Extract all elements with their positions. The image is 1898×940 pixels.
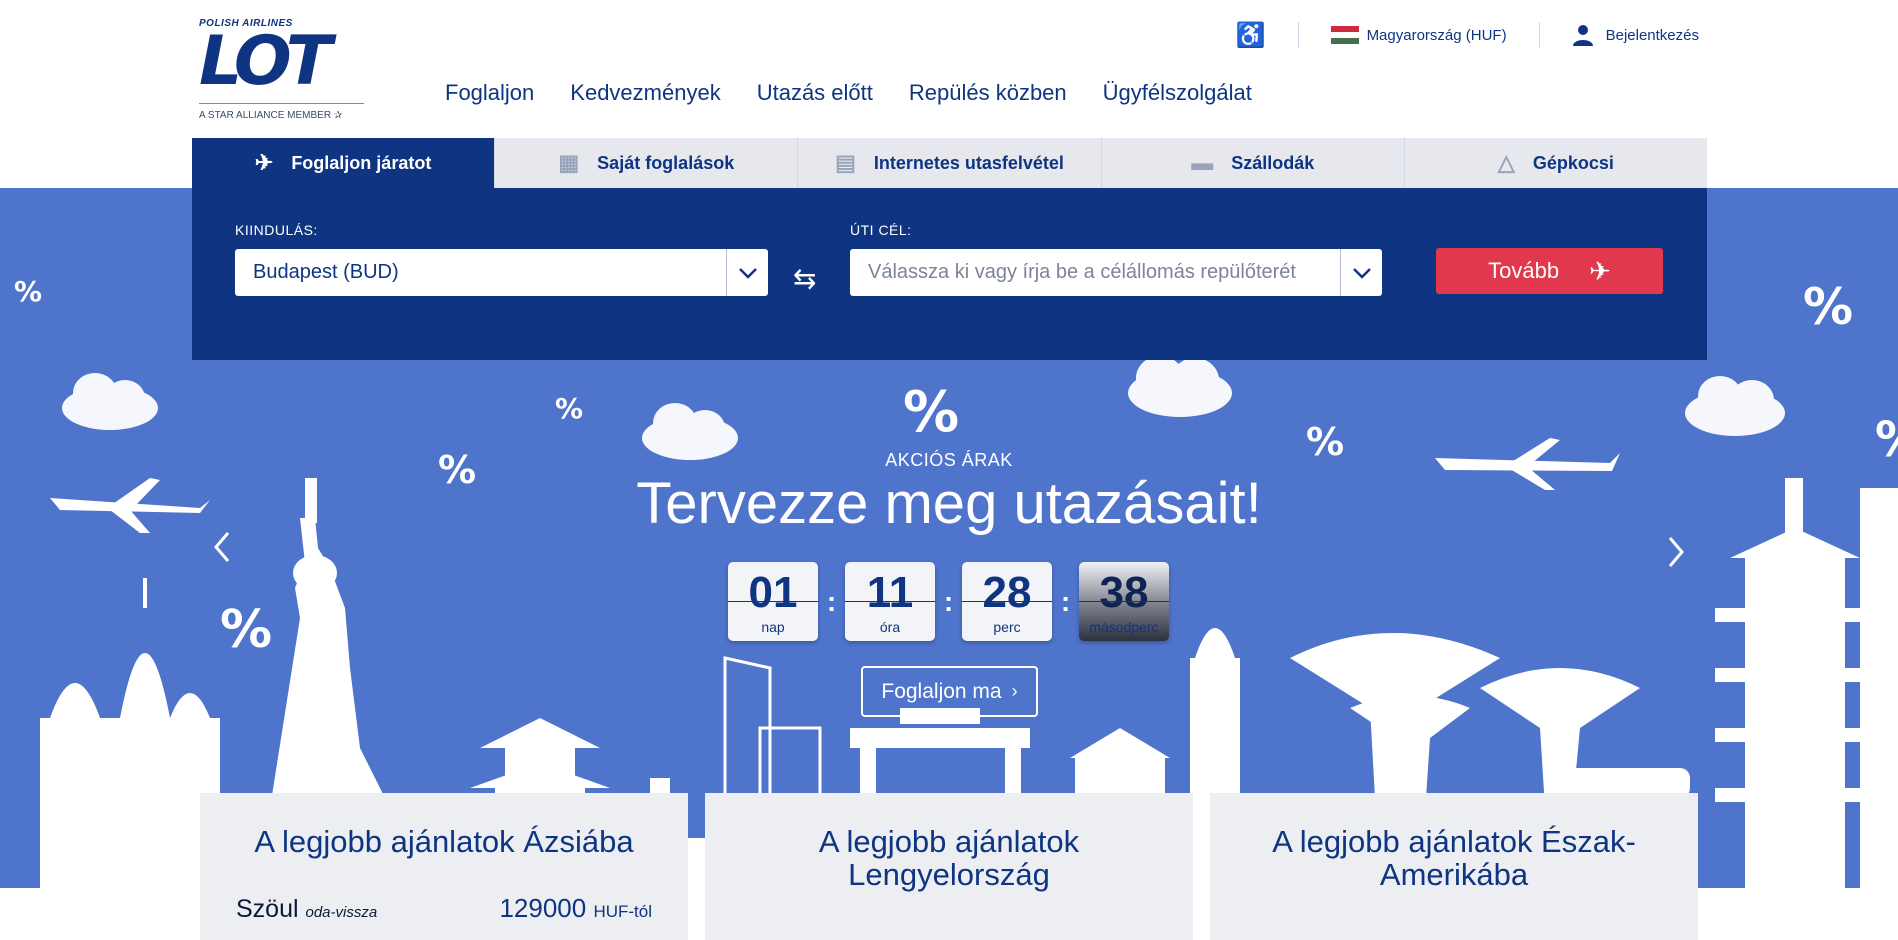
nav-item-book[interactable]: Foglaljon: [445, 80, 534, 106]
offer-card-poland[interactable]: A legjobb ajánlatok Lengyelország: [705, 793, 1193, 940]
offer-card-north-america[interactable]: A legjobb ajánlatok Észak-Amerikába: [1210, 793, 1698, 940]
tab-label: Szállodák: [1231, 152, 1315, 173]
main-nav: Foglaljon Kedvezmények Utazás előtt Repü…: [445, 80, 1252, 106]
page: POLISH AIRLINES LOT A STAR ALLIANCE MEMB…: [0, 0, 1898, 940]
plane-icon: ✈: [1589, 255, 1611, 286]
countdown-days: 01 nap: [728, 562, 818, 641]
offer-card-asia[interactable]: A legjobb ajánlatok Ázsiába Szöul oda-vi…: [200, 793, 688, 940]
book-now-button[interactable]: Foglaljon ma ›: [861, 666, 1038, 717]
country-selector[interactable]: Magyarország (HUF): [1330, 26, 1507, 44]
countdown-value: 11: [866, 568, 914, 617]
carousel-next-arrow[interactable]: [1666, 535, 1686, 578]
countdown-unit: nap: [761, 619, 785, 635]
promo-label: AKCIÓS ÁRAK: [885, 450, 1013, 470]
ticket-icon: ▦: [558, 150, 580, 175]
country-label: Magyarország (HUF): [1366, 26, 1507, 44]
countdown-seconds: 38 másodperc: [1079, 562, 1169, 641]
offer-card-title: A legjobb ajánlatok Észak-Amerikába: [1272, 824, 1636, 892]
accessibility-icon[interactable]: ♿: [1236, 21, 1266, 50]
origin-value: Budapest (BUD): [253, 261, 399, 283]
tab-label: Gépkocsi: [1532, 152, 1614, 173]
offer-card-title: A legjobb ajánlatok Lengyelország: [818, 824, 1080, 892]
logo-mark: LOT: [199, 22, 332, 101]
hungary-flag-icon: [1330, 26, 1359, 44]
destination-field[interactable]: [850, 249, 1382, 296]
offer-card-title: A legjobb ajánlatok Ázsiába: [254, 824, 634, 859]
divider: [1538, 22, 1540, 48]
star-alliance-text: A STAR ALLIANCE MEMBER: [199, 110, 332, 121]
car-icon: △: [1497, 150, 1515, 175]
offer-row[interactable]: Szöul oda-vissza 129000 HUF-tól: [236, 893, 652, 924]
nav-item-discounts[interactable]: Kedvezmények: [570, 80, 720, 106]
countdown-hours: 11 óra: [845, 562, 935, 641]
carousel-prev-arrow[interactable]: [212, 530, 232, 573]
percent-decoration: %: [220, 600, 273, 660]
countdown-value: 01: [748, 568, 798, 617]
offer-price-suffix: HUF-tól: [593, 902, 652, 921]
bed-icon: ▬: [1191, 150, 1214, 175]
user-icon: [1572, 25, 1593, 46]
next-button-label: Tovább: [1488, 258, 1560, 283]
countdown-unit: másodperc: [1089, 619, 1159, 635]
login-link[interactable]: Bejelentkezés: [1572, 24, 1699, 46]
percent-decoration: %: [903, 380, 960, 445]
countdown-minutes: 28 perc: [962, 562, 1052, 641]
booking-tabs: ✈ Foglaljon járatot ▦ Saját foglalások ▤…: [192, 138, 1708, 188]
swap-icon[interactable]: ⇆: [793, 262, 816, 295]
tab-hotels[interactable]: ▬ Szállodák: [1101, 138, 1405, 188]
chevron-down-icon[interactable]: [726, 249, 768, 296]
utility-bar: ♿ Magyarország (HUF) Bejelentkezés: [1236, 20, 1699, 50]
percent-decoration: %: [14, 275, 43, 308]
lot-logo[interactable]: POLISH AIRLINES LOT A STAR ALLIANCE MEMB…: [199, 18, 364, 128]
countdown-unit: óra: [879, 619, 901, 635]
tab-label: Foglaljon járatot: [291, 152, 432, 173]
next-button[interactable]: Tovább ✈: [1436, 248, 1663, 294]
tab-my-bookings[interactable]: ▦ Saját foglalások: [495, 138, 799, 188]
destination-label: ÚTI CÉL:: [850, 222, 912, 238]
offer-trip-type: oda-vissza: [305, 904, 378, 921]
tab-label: Saját foglalások: [597, 152, 735, 173]
star-alliance-icon: ✰: [333, 110, 343, 121]
offer-price: 129000 HUF-tól: [499, 893, 652, 923]
divider: [1297, 22, 1299, 48]
nav-item-customer-service[interactable]: Ügyfélszolgálat: [1103, 80, 1252, 106]
chevron-right-icon: ›: [1011, 681, 1018, 701]
origin-label: KIINDULÁS:: [235, 222, 318, 238]
countdown-timer: 01 nap : 11 óra : 28 perc : 38 másodperc: [728, 562, 1169, 641]
boarding-pass-icon: ▤: [835, 150, 856, 175]
countdown-unit: perc: [993, 619, 1021, 635]
nav-item-before-travel[interactable]: Utazás előtt: [757, 80, 873, 106]
percent-decoration: %: [555, 392, 584, 425]
star-alliance-badge: A STAR ALLIANCE MEMBER ✰: [199, 103, 364, 121]
tab-online-checkin[interactable]: ▤ Internetes utasfelvétel: [798, 138, 1102, 188]
promo-title: Tervezze meg utazásait!: [636, 471, 1262, 536]
countdown-value: 38: [1099, 568, 1149, 617]
nav-item-in-flight[interactable]: Repülés közben: [909, 80, 1067, 106]
destination-input[interactable]: [850, 261, 1340, 284]
tab-car[interactable]: △ Gépkocsi: [1404, 138, 1708, 188]
origin-field[interactable]: Budapest (BUD): [235, 249, 768, 296]
login-label: Bejelentkezés: [1605, 26, 1699, 44]
tab-book-flight[interactable]: ✈ Foglaljon járatot: [192, 138, 496, 188]
chevron-down-icon[interactable]: [1340, 249, 1382, 296]
percent-decoration: %: [1803, 278, 1854, 336]
plane-icon: ✈: [254, 150, 274, 175]
offer-city: Szöul oda-vissza: [236, 895, 378, 923]
countdown-value: 28: [982, 568, 1032, 617]
book-now-label: Foglaljon ma: [881, 679, 1002, 703]
tab-label: Internetes utasfelvétel: [873, 152, 1064, 173]
